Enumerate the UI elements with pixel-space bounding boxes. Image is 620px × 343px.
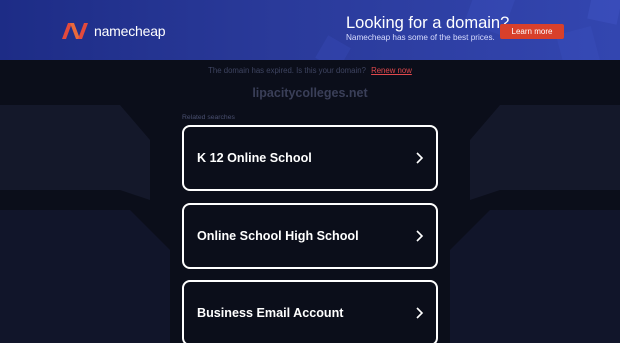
promo-subtitle: Namecheap has some of the best prices.: [346, 33, 495, 42]
related-search-item[interactable]: Online School High School: [182, 203, 438, 269]
related-searches-heading: Related searches: [182, 114, 235, 121]
related-search-item[interactable]: Business Email Account: [182, 280, 438, 343]
promo-banner: namecheap Looking for a domain? Namechea…: [0, 0, 620, 60]
domain-name: lipacitycolleges.net: [252, 86, 368, 100]
related-search-label: K 12 Online School: [197, 151, 312, 165]
renew-now-link[interactable]: Renew now: [371, 66, 412, 75]
chevron-right-icon: [416, 230, 424, 242]
expired-text: The domain has expired. Is this your dom…: [208, 66, 366, 75]
related-search-label: Business Email Account: [197, 306, 344, 320]
expired-notice: The domain has expired. Is this your dom…: [0, 66, 620, 75]
promo-title: Looking for a domain?: [346, 14, 510, 32]
chevron-right-icon: [416, 307, 424, 319]
brand-name: namecheap: [94, 23, 166, 39]
namecheap-logo[interactable]: namecheap: [60, 20, 166, 42]
learn-more-button[interactable]: Learn more: [500, 24, 564, 39]
namecheap-n-icon: [62, 23, 88, 39]
chevron-right-icon: [416, 152, 424, 164]
related-search-item[interactable]: K 12 Online School: [182, 125, 438, 191]
related-search-label: Online School High School: [197, 229, 359, 243]
